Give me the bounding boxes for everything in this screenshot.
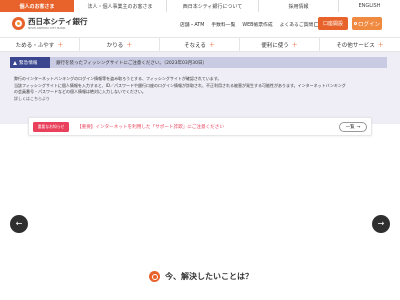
important-notice: 重要なお知らせ 【重要】インターネットを利用した「サポート詐欺」にご注意ください… — [28, 117, 372, 136]
arrow-left-icon: ← — [15, 219, 23, 228]
arrow-right-icon: → — [377, 219, 385, 228]
alert-body: 弊行のインターネットバンキングのログイン情報等を盗み取ろうとする、フィッシングサ… — [14, 76, 384, 102]
link-web-forms-label: WEB帳票作成 — [242, 23, 273, 28]
user-icon — [353, 22, 357, 25]
tab-about[interactable]: 西日本シティ銀行について — [166, 0, 258, 12]
main-nav: ためる・ふやす＋ かりる＋ そなえる＋ 便利に使う＋ その他サービス＋ — [0, 38, 400, 52]
nav-borrow[interactable]: かりる＋ — [80, 38, 160, 51]
link-faq[interactable]: よくあるご質問 — [280, 21, 320, 28]
nav-save-invest-label: ためる・ふやす — [15, 42, 55, 49]
open-account-button[interactable]: 口座開設 — [318, 17, 348, 30]
open-account-label: 口座開設 — [322, 21, 343, 27]
nav-save-invest[interactable]: ためる・ふやす＋ — [0, 38, 80, 51]
plus-icon: ＋ — [208, 42, 215, 49]
nav-other-services[interactable]: その他サービス＋ — [320, 38, 400, 51]
carousel-prev-button[interactable]: ← — [10, 215, 28, 233]
carousel-next-button[interactable]: → — [372, 215, 390, 233]
nav-other-services-label: その他サービス — [336, 42, 375, 49]
link-branch-atm[interactable]: 店舗・ATM — [180, 21, 204, 28]
link-fees-label: 手数料一覧 — [211, 23, 236, 28]
login-button[interactable]: ログイン — [352, 17, 382, 30]
alert-title: 銀行を装ったフィッシングサイトにご注意ください。（2023年03月30日） — [56, 60, 207, 66]
notice-list-label: 一覧 — [345, 125, 355, 130]
top-utility-bar: 個人のお客さま 法人・個人事業主のお客さま 西日本シティ銀行について 採用情報 … — [0, 0, 400, 12]
plus-icon: ＋ — [126, 42, 133, 49]
solve-section-heading: 今、解決したいことは？ — [149, 271, 253, 282]
notice-list-button[interactable]: 一覧 → — [339, 122, 367, 132]
solve-heading-text: 今、解決したいことは？ — [165, 272, 253, 281]
login-label: ログイン — [357, 21, 380, 28]
notice-link[interactable]: 【重要】インターネットを利用した「サポート詐欺」にご注意ください — [77, 124, 224, 130]
link-web-forms[interactable]: WEB帳票作成 — [242, 21, 272, 28]
alert-titlebar: 緊急情報 銀行を装ったフィッシングサイトにご注意ください。（2023年03月30… — [10, 57, 387, 68]
nav-convenient-label: 便利に使う — [261, 42, 289, 49]
bank-logo[interactable]: 西日本シティ銀行 NISHI-NIPPON CITY BANK — [12, 17, 88, 30]
site-header: 西日本シティ銀行 NISHI-NIPPON CITY BANK 店舗・ATM 手… — [0, 12, 400, 38]
arrow-right-icon: → — [356, 124, 361, 130]
logo-mark-icon — [12, 17, 25, 30]
alert-more-link[interactable]: 詳しくはこちらより — [14, 96, 384, 103]
emergency-alert: 緊急情報 銀行を装ったフィッシングサイトにご注意ください。（2023年03月30… — [0, 52, 400, 124]
alert-badge-label: 緊急情報 — [19, 60, 38, 66]
tab-corporate[interactable]: 法人・個人事業主のお客さま — [74, 0, 166, 12]
logo-sub: NISHI-NIPPON CITY BANK — [28, 25, 66, 30]
link-branch-atm-label: 店舗・ATM — [180, 23, 205, 28]
notice-badge: 重要なお知らせ — [33, 121, 69, 132]
english-link[interactable]: ENGLISH — [338, 0, 400, 12]
warning-icon — [13, 60, 17, 65]
plus-icon: ＋ — [57, 42, 64, 49]
header-links: 店舗・ATM 手数料一覧 WEB帳票作成 よくあるご質問 — [180, 21, 320, 28]
alert-badge: 緊急情報 — [10, 57, 50, 68]
tab-personal[interactable]: 個人のお客さま — [0, 0, 74, 12]
logo-text: 西日本シティ銀行 NISHI-NIPPON CITY BANK — [28, 16, 88, 30]
link-faq-label: よくあるご質問 — [279, 23, 314, 28]
nav-prepare[interactable]: そなえる＋ — [160, 38, 240, 51]
nav-prepare-label: そなえる — [184, 42, 206, 49]
plus-icon: ＋ — [377, 42, 384, 49]
plus-icon: ＋ — [291, 42, 298, 49]
nav-convenient[interactable]: 便利に使う＋ — [240, 38, 320, 51]
magnifier-icon — [149, 271, 160, 282]
tab-recruit[interactable]: 採用情報 — [258, 0, 338, 12]
nav-borrow-label: かりる — [106, 42, 124, 49]
logo-name: 西日本シティ銀行 — [28, 16, 88, 26]
link-fees[interactable]: 手数料一覧 — [211, 21, 235, 28]
